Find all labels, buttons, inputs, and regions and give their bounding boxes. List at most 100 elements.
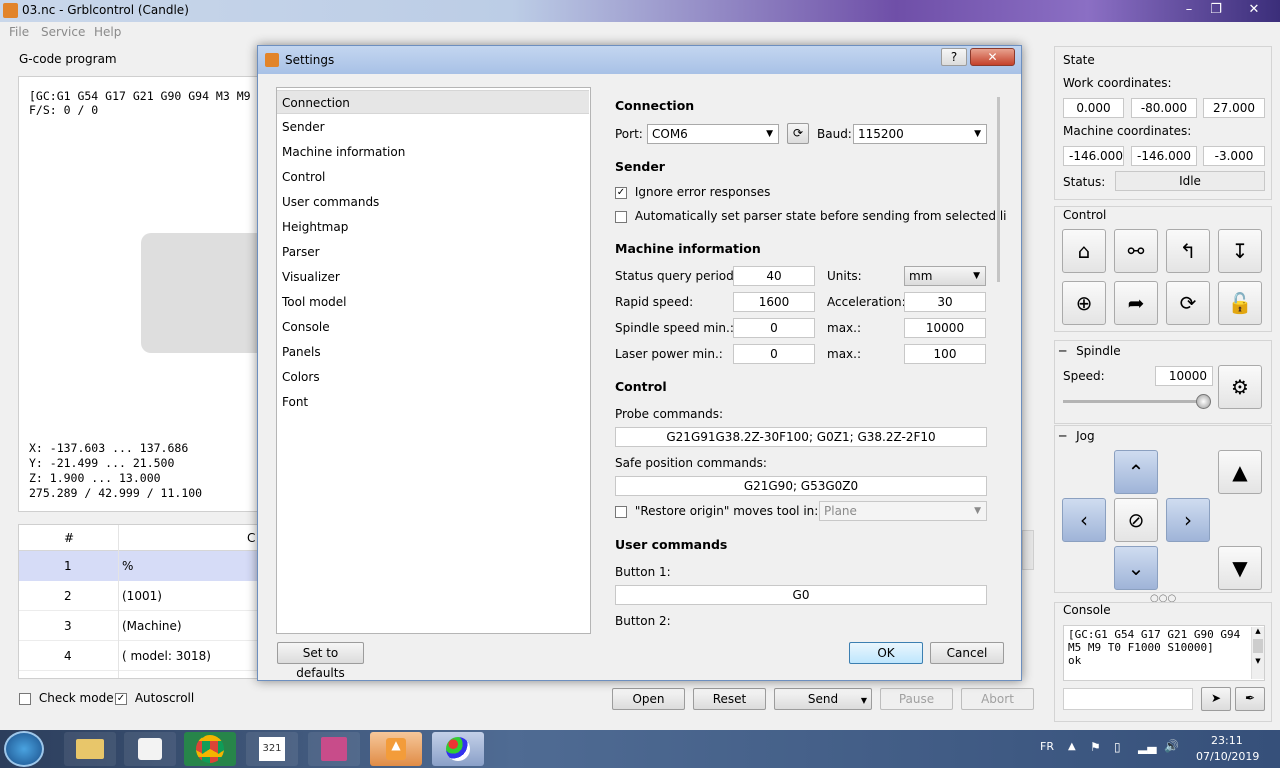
zero-xy-button[interactable]: ↰: [1166, 229, 1210, 273]
soft-reset-button[interactable]: ⟳: [1166, 281, 1210, 325]
console-send-button[interactable]: ➤: [1201, 687, 1231, 711]
open-button[interactable]: Open: [612, 688, 685, 710]
units-select[interactable]: mm ▼: [904, 266, 986, 286]
table-row[interactable]: 3 (Machine): [19, 611, 264, 641]
nav-connection[interactable]: Connection: [277, 90, 589, 114]
restore-origin-select[interactable]: Plane ▼: [819, 501, 987, 521]
flag-icon[interactable]: ⚑: [1090, 740, 1101, 754]
taskbar-paint[interactable]: [432, 732, 484, 766]
zero-z-button[interactable]: ↧: [1218, 229, 1262, 273]
probe-button[interactable]: ⚯: [1114, 229, 1158, 273]
table-scrollbar[interactable]: [1022, 530, 1034, 570]
restore-origin-box[interactable]: [615, 505, 627, 518]
collapse-icon[interactable]: ─: [1059, 429, 1066, 443]
menu-file[interactable]: File: [9, 25, 29, 39]
nav-console[interactable]: Console: [277, 315, 589, 339]
set-defaults-button[interactable]: Set to defaults: [277, 642, 364, 680]
taskbar-321[interactable]: 321: [246, 732, 298, 766]
pause-button[interactable]: Pause: [880, 688, 953, 710]
show-hidden-icons[interactable]: ▲: [1068, 741, 1076, 752]
jog-x-minus-button[interactable]: ‹: [1062, 498, 1106, 542]
taskbar-chrome[interactable]: [184, 732, 236, 766]
nav-font[interactable]: Font: [277, 390, 589, 414]
home-button[interactable]: ⌂: [1062, 229, 1106, 273]
reset-button[interactable]: Reset: [693, 688, 766, 710]
console-scrollbar[interactable]: ▲ ▼: [1251, 627, 1264, 679]
taskbar-explorer[interactable]: [64, 732, 116, 766]
send-dropdown-icon[interactable]: ▼: [861, 691, 867, 711]
content-scrollbar[interactable]: [997, 97, 1000, 282]
port-select[interactable]: COM6 ▼: [647, 124, 779, 144]
jog-y-plus-button[interactable]: ⌃: [1114, 450, 1158, 494]
check-mode-box[interactable]: [19, 692, 31, 705]
laser-max-field[interactable]: 100: [904, 344, 986, 364]
abort-button[interactable]: Abort: [961, 688, 1034, 710]
power-icon[interactable]: ▯: [1114, 740, 1121, 754]
language-indicator[interactable]: FR: [1040, 740, 1054, 753]
menu-service[interactable]: Service: [41, 25, 85, 39]
clock-time[interactable]: 23:11: [1211, 734, 1243, 747]
spindle-toggle-button[interactable]: ⚙: [1218, 365, 1262, 409]
cancel-button[interactable]: Cancel: [930, 642, 1004, 664]
visualizer-view[interactable]: [GC:G1 G54 G17 G21 G90 G94 M3 M9 T0 F/S:…: [18, 76, 265, 512]
menu-help[interactable]: Help: [94, 25, 121, 39]
network-icon[interactable]: ▂▄: [1138, 740, 1156, 754]
jog-y-minus-button[interactable]: ⌄: [1114, 546, 1158, 590]
ignore-errors-checkbox[interactable]: ✓ Ignore error responses: [615, 185, 770, 199]
button1-field[interactable]: G0: [615, 585, 987, 605]
clock-date[interactable]: 07/10/2019: [1196, 750, 1259, 763]
close-window-button[interactable]: ✕: [1240, 0, 1268, 20]
table-row[interactable]: 1 %: [19, 551, 264, 581]
status-period-field[interactable]: 40: [733, 266, 815, 286]
nav-machine-information[interactable]: Machine information: [277, 140, 589, 164]
nav-tool-model[interactable]: Tool model: [277, 290, 589, 314]
nav-user-commands[interactable]: User commands: [277, 190, 589, 214]
jog-z-minus-button[interactable]: ▼: [1218, 546, 1262, 590]
table-row[interactable]: 4 ( model: 3018): [19, 641, 264, 671]
column-number-header[interactable]: #: [64, 531, 74, 545]
taskbar-archive[interactable]: [308, 732, 360, 766]
console-command-input[interactable]: [1063, 688, 1193, 710]
auto-parser-box[interactable]: [615, 210, 627, 223]
jog-stop-button[interactable]: ⊘: [1114, 498, 1158, 542]
volume-icon[interactable]: 🔊: [1164, 739, 1179, 753]
speed-slider-handle[interactable]: [1196, 394, 1211, 409]
maximize-button[interactable]: ❐: [1203, 0, 1229, 20]
auto-parser-checkbox[interactable]: Automatically set parser state before se…: [615, 209, 1006, 223]
nav-panels[interactable]: Panels: [277, 340, 589, 364]
baud-select[interactable]: 115200 ▼: [853, 124, 987, 144]
send-button[interactable]: Send ▼: [774, 688, 872, 710]
check-mode-checkbox[interactable]: Check mode: [19, 691, 114, 705]
nav-heightmap[interactable]: Heightmap: [277, 215, 589, 239]
dialog-close-button[interactable]: ✕: [970, 48, 1015, 66]
nav-sender[interactable]: Sender: [277, 115, 589, 139]
safe-position-field[interactable]: G21G90; G53G0Z0: [615, 476, 987, 496]
ignore-errors-box[interactable]: ✓: [615, 186, 627, 199]
laser-min-field[interactable]: 0: [733, 344, 815, 364]
restore-origin-button[interactable]: ⊕: [1062, 281, 1106, 325]
probe-commands-field[interactable]: G21G91G38.2Z-30F100; G0Z1; G38.2Z-2F10: [615, 427, 987, 447]
jog-z-plus-button[interactable]: ▲: [1218, 450, 1262, 494]
console-output[interactable]: [GC:G1 G54 G17 G21 G90 G94 M5 M9 T0 F100…: [1063, 625, 1265, 681]
speed-field[interactable]: 10000: [1155, 366, 1213, 386]
collapse-icon[interactable]: ─: [1059, 344, 1066, 358]
spindle-max-field[interactable]: 10000: [904, 318, 986, 338]
refresh-ports-button[interactable]: ⟳: [787, 123, 809, 144]
column-command-header[interactable]: C: [247, 531, 255, 545]
nav-visualizer[interactable]: Visualizer: [277, 265, 589, 289]
unlock-button[interactable]: 🔓: [1218, 281, 1262, 325]
taskbar-candle[interactable]: ▲: [370, 732, 422, 766]
start-button[interactable]: [4, 731, 44, 767]
spindle-min-field[interactable]: 0: [733, 318, 815, 338]
ok-button[interactable]: OK: [849, 642, 923, 664]
nav-parser[interactable]: Parser: [277, 240, 589, 264]
restore-origin-checkbox[interactable]: "Restore origin" moves tool in:: [615, 504, 818, 518]
minimize-button[interactable]: –: [1176, 0, 1202, 20]
autoscroll-box[interactable]: ✓: [115, 692, 127, 705]
rapid-speed-field[interactable]: 1600: [733, 292, 815, 312]
console-clear-button[interactable]: ✒: [1235, 687, 1265, 711]
autoscroll-checkbox[interactable]: ✓ Autoscroll: [115, 691, 194, 705]
taskbar-media[interactable]: [124, 732, 176, 766]
nav-control[interactable]: Control: [277, 165, 589, 189]
table-row[interactable]: 2 (1001): [19, 581, 264, 611]
